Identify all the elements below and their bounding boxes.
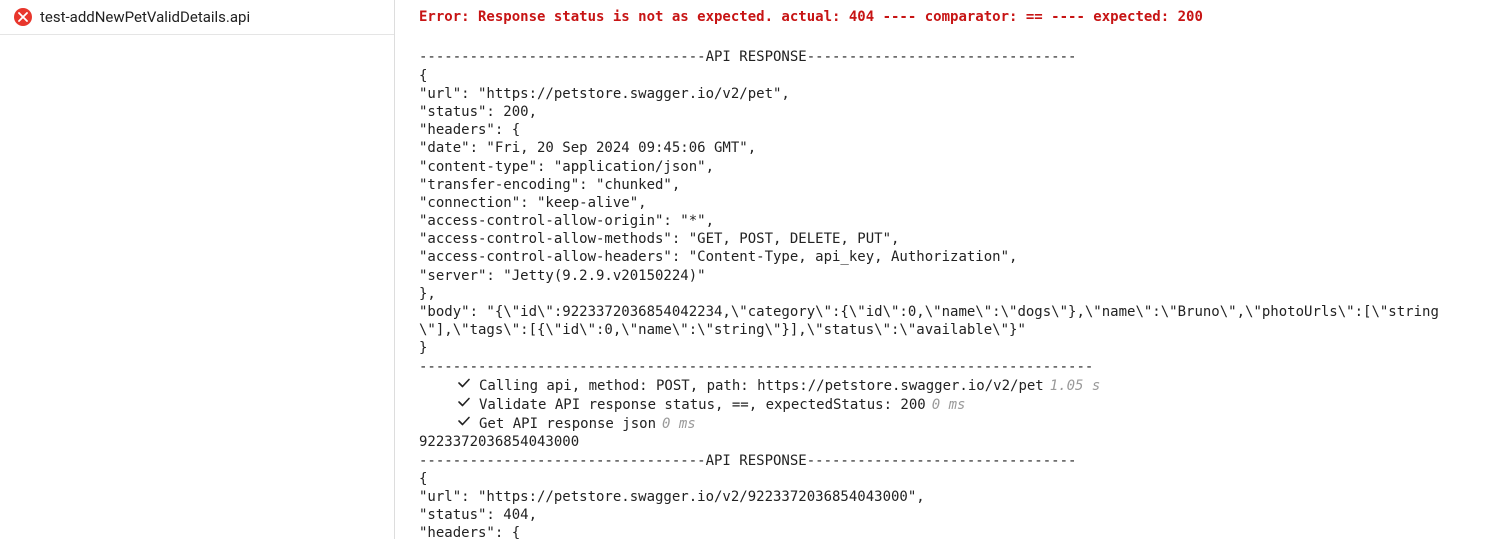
response-line: { [419, 470, 1476, 488]
response-line: "url": "https://petstore.swagger.io/v2/p… [419, 85, 1476, 103]
response-line: { [419, 67, 1476, 85]
response-line: "server": "Jetty(9.2.9.v20150224)" [419, 267, 1476, 285]
response-line: "access-control-allow-methods": "GET, PO… [419, 230, 1476, 248]
response-line: "connection": "keep-alive", [419, 194, 1476, 212]
step-text: Validate API response status, ==, expect… [479, 396, 926, 414]
response-line: "content-type": "application/json", [419, 158, 1476, 176]
step-time: 0 ms [662, 415, 696, 433]
log-panel: Error: Response status is not as expecte… [395, 0, 1500, 539]
response-line: "transfer-encoding": "chunked", [419, 176, 1476, 194]
error-message: Error: Response status is not as expecte… [419, 8, 1476, 26]
response-line: "url": "https://petstore.swagger.io/v2/9… [419, 488, 1476, 506]
error-icon [14, 8, 32, 26]
id-line: 9223372036854043000 [419, 433, 1476, 451]
response-line: }, [419, 285, 1476, 303]
check-icon [457, 376, 471, 390]
response-line: "status": 404, [419, 506, 1476, 524]
response-divider-close: ----------------------------------------… [419, 358, 1476, 376]
response-line: "access-control-allow-origin": "*", [419, 212, 1476, 230]
blank [419, 30, 1476, 48]
response-line: "body": "{\"id\":9223372036854042234,\"c… [419, 303, 1476, 339]
test-sidebar: test-addNewPetValidDetails.api [0, 0, 395, 539]
check-icon [457, 395, 471, 409]
response-line: "access-control-allow-headers": "Content… [419, 248, 1476, 266]
step-row: Validate API response status, ==, expect… [419, 395, 1476, 414]
step-text: Get API response json [479, 415, 656, 433]
step-time: 0 ms [932, 396, 966, 414]
step-row: Get API response json 0 ms [419, 414, 1476, 433]
check-icon [457, 414, 471, 428]
step-time: 1.05 s [1050, 377, 1101, 395]
response-line: "date": "Fri, 20 Sep 2024 09:45:06 GMT", [419, 139, 1476, 157]
test-item-label: test-addNewPetValidDetails.api [40, 8, 250, 26]
response-line: "status": 200, [419, 103, 1476, 121]
response-line: "headers": { [419, 524, 1476, 539]
step-row: Calling api, method: POST, path: https:/… [419, 376, 1476, 395]
response-line: "headers": { [419, 121, 1476, 139]
test-item[interactable]: test-addNewPetValidDetails.api [0, 0, 394, 35]
response-line: } [419, 339, 1476, 357]
response-divider-open: ----------------------------------API RE… [419, 452, 1476, 470]
response-divider-open: ----------------------------------API RE… [419, 48, 1476, 66]
step-text: Calling api, method: POST, path: https:/… [479, 377, 1044, 395]
